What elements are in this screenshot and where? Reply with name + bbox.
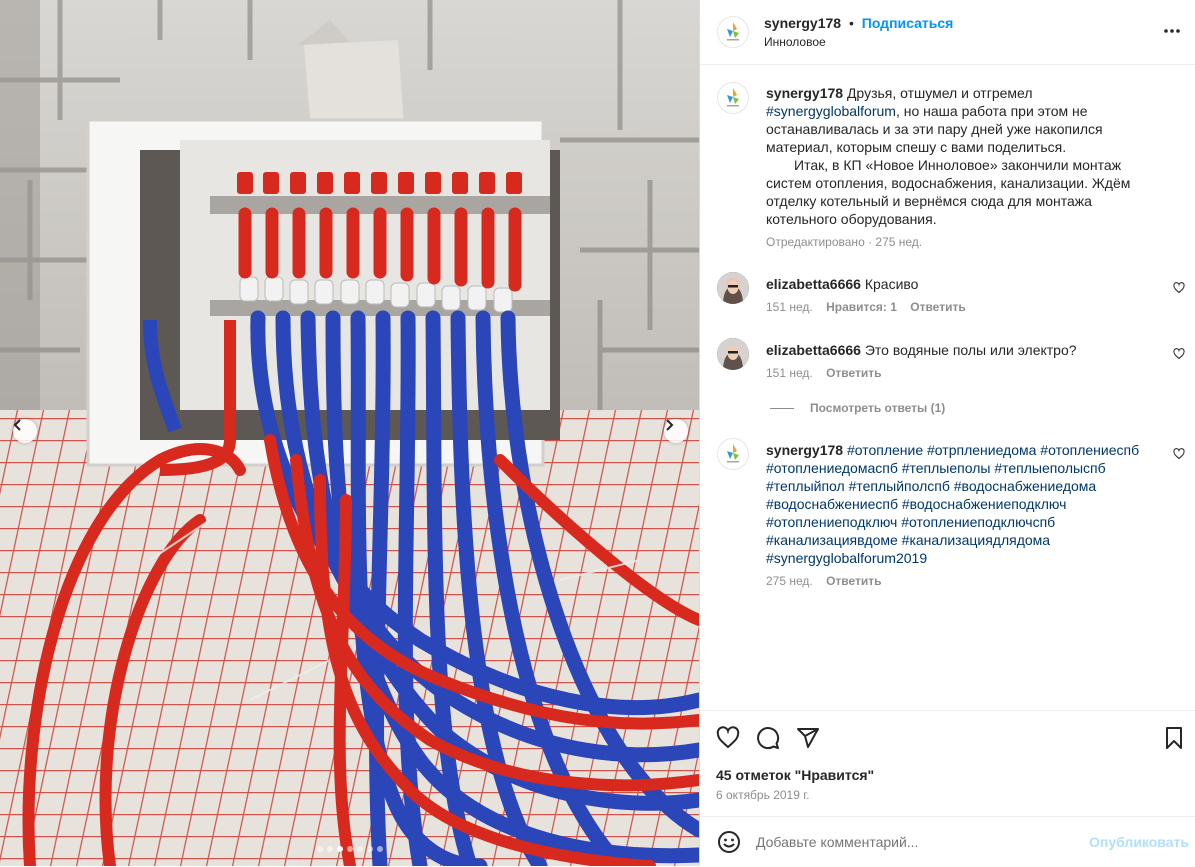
reply-button[interactable]: Ответить	[826, 366, 881, 380]
post-header: synergy178 • Подписаться Инноловое	[700, 0, 1195, 65]
carousel-dot	[357, 846, 363, 852]
follow-button[interactable]: Подписаться	[862, 15, 954, 31]
post-date: 6 октябрь 2019 г.	[716, 788, 810, 802]
comment-like-icon[interactable]	[1173, 282, 1185, 294]
comment-1: elizabetta6666 Красиво	[766, 275, 1156, 293]
synergy-logo-icon	[727, 22, 739, 41]
comment-like-icon[interactable]	[1173, 348, 1185, 360]
comment-time: 151 нед.	[766, 300, 813, 314]
carousel-dot	[377, 846, 383, 852]
user-photo-icon	[717, 272, 749, 304]
carousel-next-button[interactable]	[664, 419, 688, 443]
comment-3: synergy178 #отопление #отрплениедома #от…	[766, 441, 1156, 567]
replies-divider	[770, 408, 794, 410]
carousel-dot	[347, 846, 353, 852]
comment-likes[interactable]: Нравится: 1	[826, 300, 897, 314]
comment-like-icon[interactable]	[1173, 448, 1185, 460]
comment-username[interactable]: elizabetta6666	[766, 342, 861, 358]
comment-meta: 151 нед. Ответить	[766, 366, 882, 380]
caption-avatar[interactable]	[717, 82, 749, 114]
heart-icon[interactable]	[716, 726, 740, 750]
share-icon[interactable]	[796, 726, 820, 750]
carousel-dot	[367, 846, 373, 852]
comment-meta: 151 нед. Нравится: 1 Ответить	[766, 300, 966, 314]
post-sidebar: synergy178 • Подписаться Инноловое syner…	[699, 0, 1195, 866]
comment-text: Это водяные полы или электро?	[864, 342, 1077, 358]
caption-text-before: Друзья, отшумел и отгремел	[846, 85, 1033, 101]
carousel-indicator	[317, 846, 383, 852]
view-replies-label: Посмотреть ответы (1)	[810, 401, 946, 415]
comment-time: 275 нед.	[766, 574, 813, 588]
comment-username[interactable]: synergy178	[766, 442, 843, 458]
header-username[interactable]: synergy178	[764, 15, 841, 31]
carousel-prev-button[interactable]	[13, 419, 37, 443]
synergy-logo-icon	[727, 444, 739, 463]
caption-username[interactable]: synergy178	[766, 85, 843, 101]
user-photo-icon	[717, 338, 749, 370]
commenter-avatar[interactable]	[717, 272, 749, 304]
synergy-logo-icon	[727, 88, 739, 107]
comment-bar: Опубликовать	[700, 816, 1195, 867]
comment-2: elizabetta6666 Это водяные полы или элек…	[766, 341, 1156, 359]
location-link[interactable]: Инноловое	[764, 34, 826, 50]
more-icon[interactable]	[1162, 27, 1182, 35]
comment-username[interactable]: elizabetta6666	[766, 276, 861, 292]
comment-meta: 275 нед. Ответить	[766, 574, 882, 588]
photo-manifold-pipes	[0, 0, 699, 866]
carousel-dot	[317, 846, 323, 852]
bookmark-icon[interactable]	[1162, 726, 1186, 750]
caption-meta: Отредактировано · 275 нед.	[766, 235, 923, 249]
emoji-icon[interactable]	[717, 830, 741, 854]
header-separator: •	[848, 15, 854, 31]
comment-input[interactable]	[756, 831, 1076, 853]
caption: synergy178 Друзья, отшумел и отгремел #s…	[766, 84, 1164, 228]
chevron-left-icon	[13, 419, 21, 431]
caption-paragraph2: Итак, в КП «Новое Инноловое» закончили м…	[766, 157, 1131, 227]
carousel-dot	[337, 846, 343, 852]
reply-button[interactable]: Ответить	[910, 300, 965, 314]
publish-button[interactable]: Опубликовать	[1089, 834, 1189, 850]
view-replies-button[interactable]: Посмотреть ответы (1)	[770, 401, 945, 415]
reply-button[interactable]: Ответить	[826, 574, 881, 588]
caption-hashtag[interactable]: #synergyglobalforum	[766, 103, 896, 119]
commenter-avatar[interactable]	[717, 338, 749, 370]
comment-time: 151 нед.	[766, 366, 813, 380]
comment-hashtags[interactable]: #отопление #отрплениедома #отоплениеспб …	[766, 442, 1139, 566]
comment-text: Красиво	[864, 276, 919, 292]
comment-icon[interactable]	[756, 726, 780, 750]
chevron-right-icon	[666, 419, 674, 431]
likes-count[interactable]: 45 отметок "Нравится"	[716, 767, 874, 783]
avatar[interactable]	[717, 16, 749, 48]
post-photo[interactable]	[0, 0, 699, 866]
commenter-avatar[interactable]	[717, 438, 749, 470]
carousel-dot	[327, 846, 333, 852]
post-view: synergy178 • Подписаться Инноловое syner…	[0, 0, 1195, 866]
